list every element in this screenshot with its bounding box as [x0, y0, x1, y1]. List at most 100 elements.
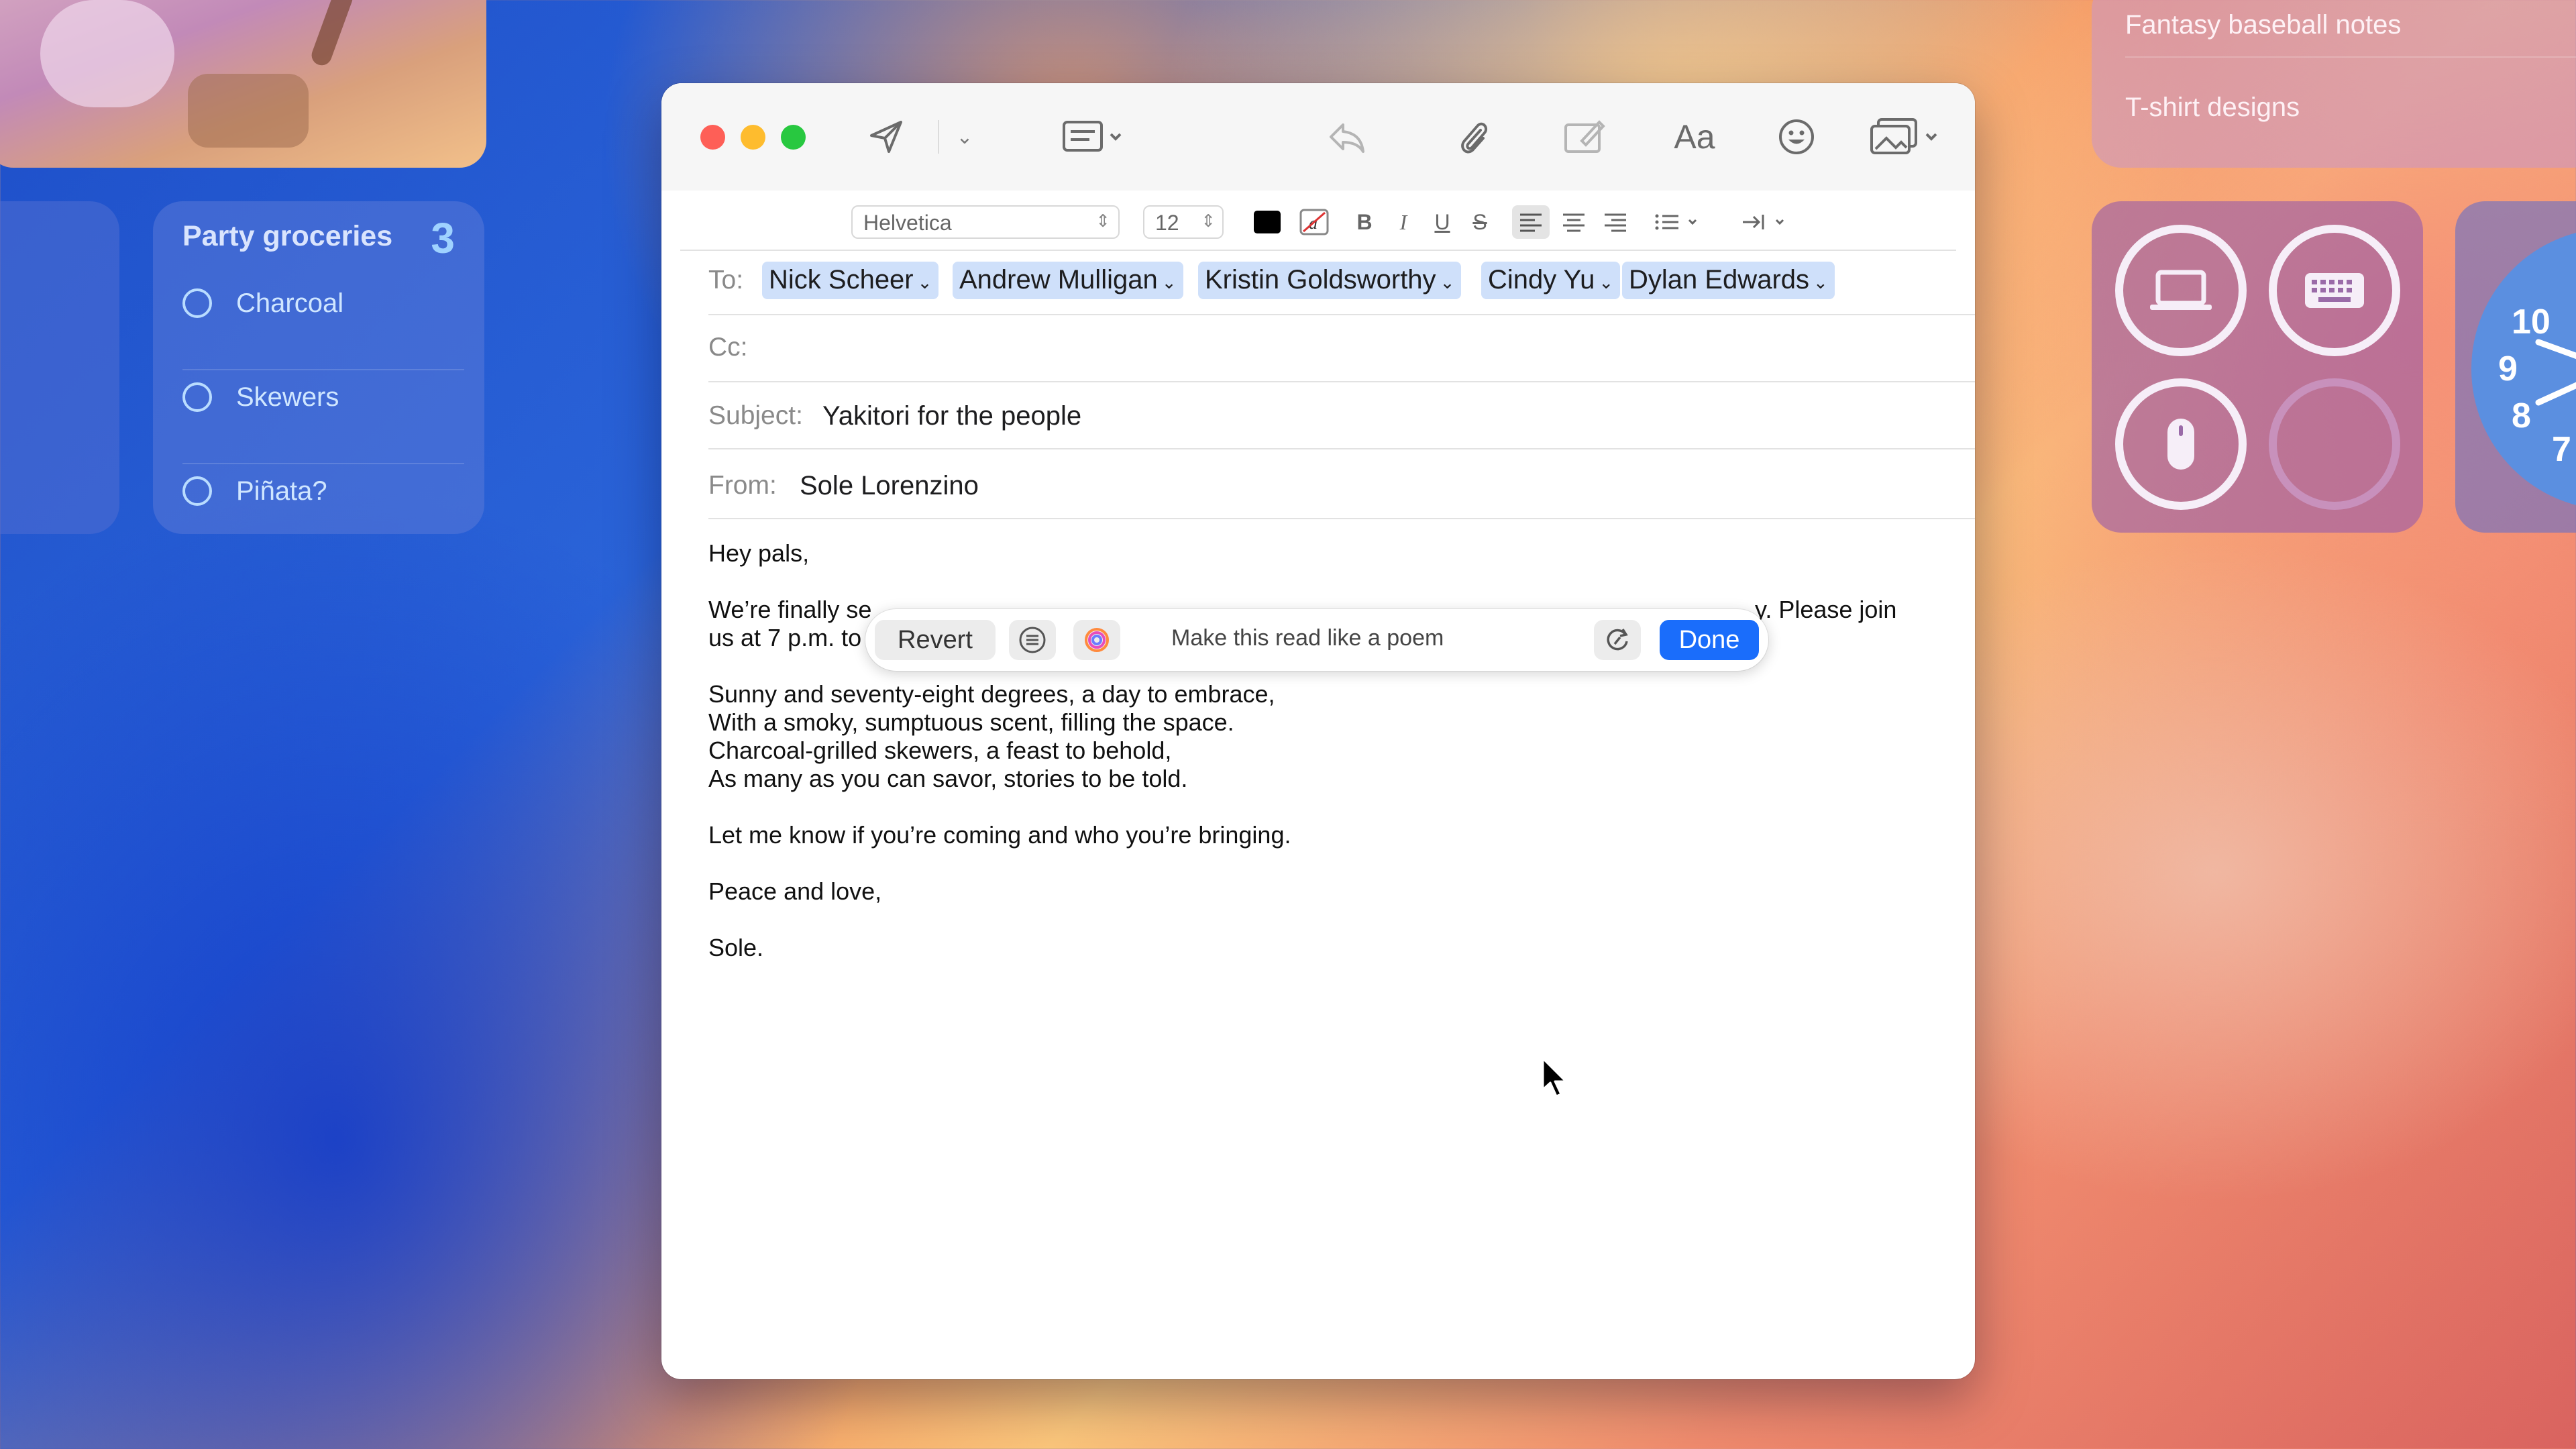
reminder-item[interactable]: Skewers [182, 369, 464, 464]
body-rsvp: Let me know if you’re coming and who you… [708, 821, 1291, 849]
chevron-down-icon[interactable]: ⌄ [951, 123, 978, 150]
poem-line: With a smoky, sumptuous scent, filling t… [708, 708, 1234, 736]
stepper-icon: ⇕ [1201, 211, 1216, 231]
note-item[interactable]: Fantasy baseball notes [2125, 0, 2576, 58]
summary-icon[interactable] [1009, 620, 1056, 660]
close-button[interactable] [700, 125, 725, 150]
reminders-title: Party groceries [182, 220, 393, 252]
clock-face: 10 9 8 7 1 [2471, 228, 2576, 510]
window-toolbar: ⌄ Aa [661, 83, 1975, 191]
body-closing: Peace and love, [708, 877, 882, 905]
format-icon[interactable]: Aa [1668, 115, 1721, 158]
align-center-icon[interactable] [1555, 205, 1593, 239]
strikethrough-button[interactable]: S [1466, 205, 1493, 239]
photo-shape [40, 0, 174, 107]
from-field[interactable]: From: Sole Lorenzino [708, 449, 1975, 519]
checkbox-circle-icon[interactable] [182, 476, 212, 506]
rewrite-prompt: Make this read like a poem [1171, 625, 1444, 651]
notes-widget[interactable]: Fantasy baseball notes T-shirt designs [2092, 0, 2576, 168]
writing-tools-bar[interactable]: Revert Make this read like a poem Done [865, 609, 1768, 671]
markup-icon[interactable] [1560, 115, 1607, 158]
message-body[interactable]: Hey pals, We’re finally se y. Please joi… [708, 539, 1928, 962]
emoji-icon[interactable] [1775, 115, 1818, 158]
zoom-button[interactable] [781, 125, 806, 150]
revert-button[interactable]: Revert [875, 620, 996, 660]
body-text-start: We’re finally se [708, 596, 872, 623]
font-select[interactable]: Helvetica ⇕ [851, 205, 1120, 239]
reminders-count: 3 [431, 214, 455, 262]
align-left-icon[interactable] [1512, 205, 1550, 239]
chevron-down-icon: ⌄ [1161, 272, 1177, 292]
partial-widget[interactable] [0, 201, 119, 534]
battery-ring [2115, 378, 2247, 510]
align-right-icon[interactable] [1597, 205, 1634, 239]
poem-line: As many as you can savor, stories to be … [708, 765, 1188, 792]
chevron-down-icon: ⌄ [1440, 272, 1455, 292]
stepper-icon: ⇕ [1095, 211, 1110, 231]
reminder-item[interactable]: Piñata? [182, 463, 464, 530]
clock-hands [2535, 339, 2576, 406]
rewrite-icon[interactable] [1594, 620, 1641, 660]
poem-line: Sunny and seventy-eight degrees, a day t… [708, 680, 1275, 708]
text-color-swatch [1254, 211, 1281, 233]
to-label: To: [708, 266, 744, 294]
photo-widget[interactable] [0, 0, 486, 168]
recipient-token[interactable]: Nick Scheer ⌄ [762, 262, 939, 299]
attachment-icon[interactable] [1453, 115, 1493, 158]
reminder-label: Piñata? [236, 476, 327, 506]
cc-label: Cc: [708, 333, 748, 362]
done-button[interactable]: Done [1660, 620, 1759, 660]
body-text-end: y. Please join [1755, 596, 1897, 623]
text-color-button[interactable] [1250, 205, 1284, 239]
toolbar-divider [938, 120, 939, 154]
font-size-select[interactable]: 12 ⇕ [1143, 205, 1224, 239]
indent-icon[interactable] [1740, 205, 1794, 239]
bold-button[interactable]: B [1351, 205, 1378, 239]
mail-compose-window[interactable]: ⌄ Aa Helvetica ⇕ 12 ⇕ B I U S To: Nick S… [661, 83, 1975, 1379]
mouse-cursor-icon [1542, 1057, 1567, 1097]
reminders-widget[interactable]: Party groceries 3 Charcoal Skewers Piñat… [153, 201, 484, 534]
format-bar: Helvetica ⇕ 12 ⇕ a B I U S [680, 191, 1956, 251]
battery-ring-empty [2269, 378, 2400, 510]
checkbox-circle-icon[interactable] [182, 288, 212, 318]
checkbox-circle-icon[interactable] [182, 382, 212, 412]
send-icon[interactable] [866, 117, 906, 157]
subject-field[interactable]: Subject: Yakitori for the people [708, 382, 1975, 449]
battery-ring [2115, 225, 2247, 356]
header-fields-icon[interactable] [1060, 118, 1127, 156]
body-greeting: Hey pals, [708, 539, 810, 567]
reply-icon[interactable] [1326, 117, 1368, 157]
poem-line: Charcoal-grilled skewers, a feast to beh… [708, 737, 1172, 764]
reminder-label: Charcoal [236, 288, 344, 318]
body-signature: Sole. [708, 934, 764, 961]
reminder-label: Skewers [236, 382, 339, 412]
from-value[interactable]: Sole Lorenzino [800, 471, 979, 501]
recipient-token[interactable]: Andrew Mulligan ⌄ [953, 262, 1183, 299]
subject-value[interactable]: Yakitori for the people [822, 401, 1081, 431]
underline-button[interactable]: U [1429, 205, 1456, 239]
photo-browser-icon[interactable] [1869, 115, 1943, 158]
recipient-token[interactable]: Dylan Edwards ⌄ [1622, 262, 1835, 299]
keyboard-icon [2305, 273, 2364, 308]
photo-shape [188, 74, 309, 148]
minimize-button[interactable] [741, 125, 765, 150]
chevron-down-icon: ⌄ [1813, 272, 1828, 292]
photo-shape [309, 0, 356, 68]
to-field[interactable]: To: Nick Scheer ⌄ Andrew Mulligan ⌄ Kristi… [708, 250, 1975, 315]
recipient-token[interactable]: Cindy Yu ⌄ [1481, 262, 1621, 299]
clock-widget[interactable]: 10 9 8 7 1 [2455, 201, 2576, 533]
note-item[interactable]: T-shirt designs [2125, 62, 2576, 140]
cc-field[interactable]: Cc: [708, 315, 1975, 382]
writing-tools-icon[interactable] [1073, 620, 1120, 660]
italic-button[interactable]: I [1390, 205, 1417, 239]
font-name: Helvetica [863, 211, 952, 235]
subject-label: Subject: [708, 401, 803, 430]
recipient-token[interactable]: Kristin Goldsworthy ⌄ [1198, 262, 1462, 299]
from-label: From: [708, 471, 777, 500]
batteries-widget[interactable] [2092, 201, 2423, 533]
list-icon[interactable] [1653, 205, 1707, 239]
font-size: 12 [1155, 211, 1179, 235]
chevron-down-icon: ⌄ [917, 272, 932, 292]
background-color-icon[interactable]: a [1297, 205, 1331, 239]
reminder-item[interactable]: Charcoal [182, 275, 464, 370]
